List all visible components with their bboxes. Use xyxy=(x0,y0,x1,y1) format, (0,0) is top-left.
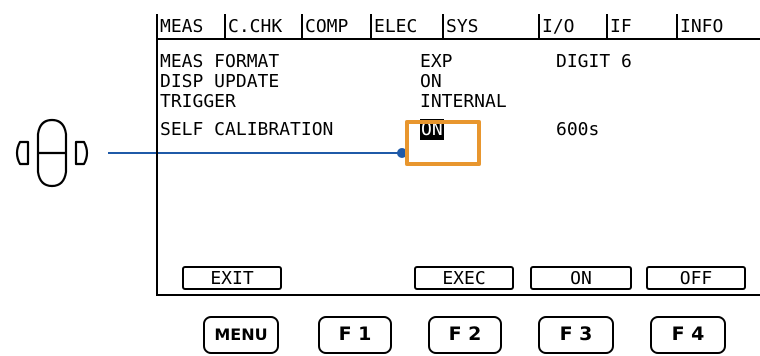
tab-io[interactable]: I/O xyxy=(538,14,575,38)
tab-meas[interactable]: MEAS xyxy=(158,14,203,38)
disp-update-value[interactable]: ON xyxy=(420,72,442,92)
softkey-exit[interactable]: EXIT xyxy=(182,266,282,290)
tab-elec[interactable]: ELEC xyxy=(370,14,417,38)
cursor-keys-icon[interactable] xyxy=(0,116,104,190)
f2-button[interactable]: F 2 xyxy=(428,316,502,354)
softkey-off[interactable]: OFF xyxy=(646,266,746,290)
f4-button[interactable]: F 4 xyxy=(650,316,726,354)
lcd-screen: MEAS C.CHK COMP ELEC SYS I/O IF INFO MEA… xyxy=(156,14,760,296)
self-calibration-interval[interactable]: 600s xyxy=(556,120,599,140)
meas-format-digit[interactable]: DIGIT 6 xyxy=(556,52,632,72)
tab-c-chk[interactable]: C.CHK xyxy=(224,14,282,38)
meas-format-value[interactable]: EXP xyxy=(420,52,453,72)
tab-sys[interactable]: SYS xyxy=(442,14,479,38)
self-calibration-label: SELF CALIBRATION xyxy=(160,119,334,140)
f3-button[interactable]: F 3 xyxy=(538,316,614,354)
trigger-value[interactable]: INTERNAL xyxy=(420,92,507,112)
softkey-on[interactable]: ON xyxy=(530,266,632,290)
tab-comp[interactable]: COMP xyxy=(301,14,348,38)
f1-button[interactable]: F 1 xyxy=(318,316,392,354)
highlight-box xyxy=(405,120,481,166)
softkey-exec[interactable]: EXEC xyxy=(414,266,514,290)
menu-button[interactable]: MENU xyxy=(203,316,279,354)
tab-bar: MEAS C.CHK COMP ELEC SYS I/O IF INFO xyxy=(158,14,760,40)
trigger-label: TRIGGER xyxy=(160,91,236,112)
disp-update-label: DISP UPDATE xyxy=(160,71,280,92)
tab-info[interactable]: INFO xyxy=(676,14,723,38)
tab-if[interactable]: IF xyxy=(606,14,632,38)
meas-format-label: MEAS FORMAT xyxy=(160,51,280,72)
